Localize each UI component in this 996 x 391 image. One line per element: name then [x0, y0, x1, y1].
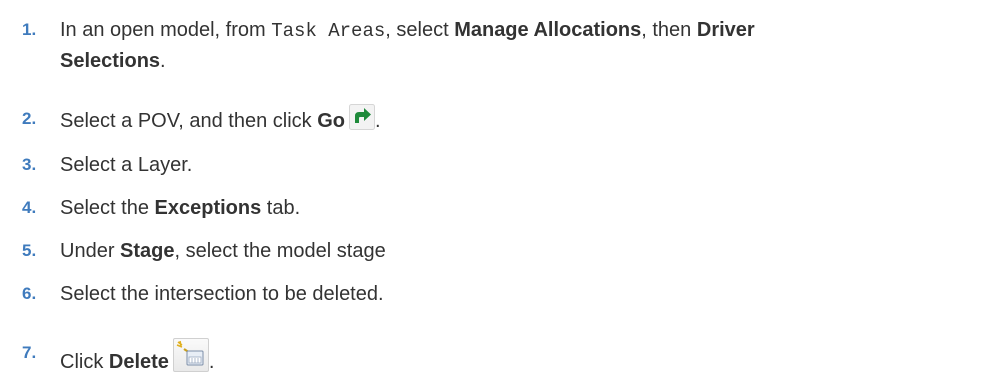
- step-text: Select a POV, and then click Go .: [60, 104, 990, 136]
- ui-term-go: Go: [317, 110, 345, 132]
- ui-term-stage: Stage: [120, 240, 175, 262]
- ui-term-delete: Delete: [108, 351, 169, 373]
- go-arrow-icon: [348, 104, 375, 130]
- ui-term-selections: Selections: [60, 50, 161, 72]
- step-text: Select the Exceptions tab.: [60, 197, 301, 219]
- step-text: Under Stage, select the model stage: [60, 240, 386, 262]
- step-number: 7.: [22, 343, 37, 362]
- step-number: 4.: [22, 198, 37, 217]
- step-1: 1. In an open model, from Task Areas, se…: [0, 15, 990, 75]
- ui-term-driver: Driver: [696, 19, 755, 41]
- step-number: 6.: [22, 284, 37, 303]
- step-number: 1.: [22, 20, 37, 39]
- ui-term-manage-allocations: Manage Allocations: [454, 19, 642, 41]
- ui-term-exceptions: Exceptions: [154, 197, 262, 219]
- step-text: Select a Layer.: [60, 154, 193, 176]
- step-number: 2.: [22, 109, 37, 128]
- code-task-areas: Task Areas: [271, 20, 386, 42]
- step-number: 5.: [22, 241, 37, 260]
- step-text: Click Delete .: [60, 338, 990, 377]
- step-text: Select the intersection to be deleted.: [60, 283, 384, 305]
- step-text: In an open model, from Task Areas, selec…: [60, 19, 755, 72]
- step-number: 3.: [22, 155, 37, 174]
- delete-icon: [172, 338, 209, 372]
